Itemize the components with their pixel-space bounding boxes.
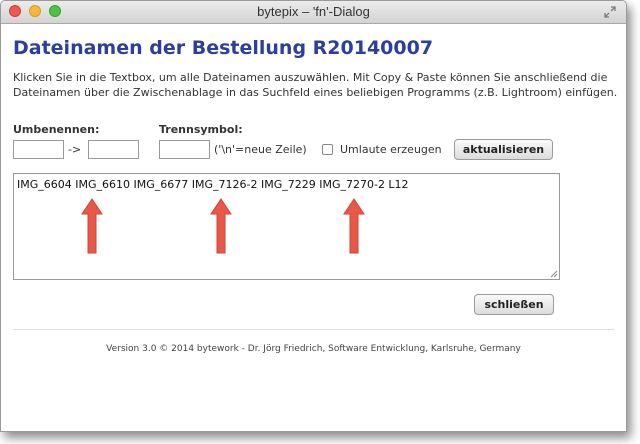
instructions-text: Klicken Sie in die Textbox, um alle Date…: [13, 71, 618, 99]
red-arrow-icon: [210, 198, 232, 254]
footer-version-text: Version 3.0 © 2014 bytework - Dr. Jörg F…: [106, 344, 521, 354]
divider: [13, 329, 614, 330]
umlaut-checkbox[interactable]: [322, 144, 333, 155]
filenames-text: IMG_6604 IMG_6610 IMG_6677 IMG_7126-2 IM…: [17, 178, 409, 191]
rename-arrow-text: ->: [68, 143, 82, 156]
update-button[interactable]: aktualisieren: [454, 139, 553, 160]
rename-label: Umbenennen:: [13, 123, 100, 136]
title-bar: bytepix – 'fn'-Dialog: [1, 1, 626, 24]
dialog-window: bytepix – 'fn'-Dialog Dateinamen der Bes…: [0, 0, 627, 432]
dialog-content: Dateinamen der Bestellung R20140007 Klic…: [1, 24, 626, 431]
umlaut-checkbox-label[interactable]: Umlaute erzeugen: [340, 143, 442, 156]
red-arrow-icon: [81, 198, 103, 254]
separator-hint: ('\n'=neue Zeile): [214, 143, 307, 156]
rename-from-input[interactable]: [13, 140, 64, 159]
separator-input[interactable]: [159, 140, 210, 159]
fullscreen-icon[interactable]: [604, 6, 616, 18]
red-arrow-icon: [343, 198, 365, 254]
window-title: bytepix – 'fn'-Dialog: [257, 4, 370, 19]
rename-to-input[interactable]: [88, 140, 139, 159]
close-button[interactable]: schließen: [474, 294, 554, 315]
page-title: Dateinamen der Bestellung R20140007: [13, 37, 434, 59]
separator-label: Trennsymbol:: [159, 123, 243, 136]
resize-handle-icon[interactable]: [550, 270, 558, 278]
